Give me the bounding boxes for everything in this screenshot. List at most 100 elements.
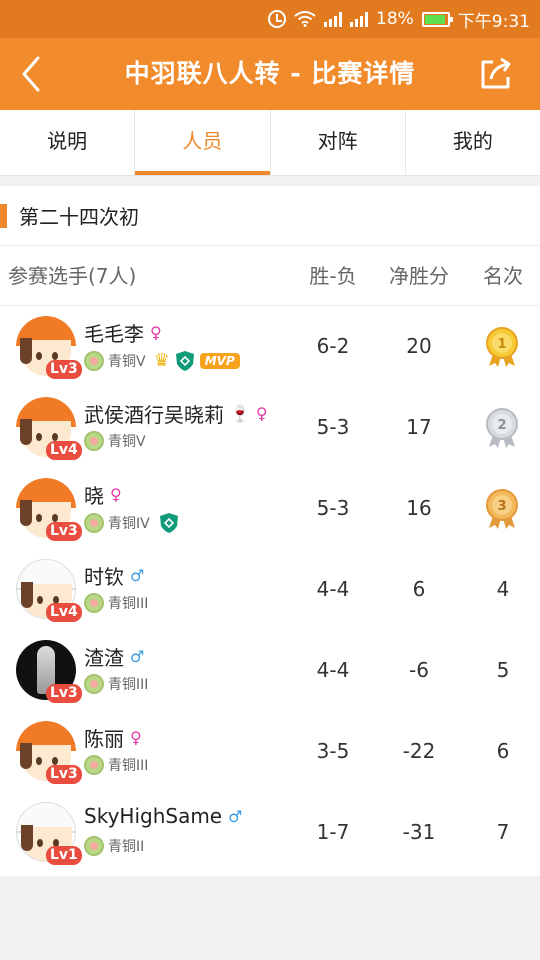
tier-label: 青铜III — [108, 677, 149, 693]
battery-icon — [421, 11, 453, 27]
alarm-icon — [268, 10, 287, 28]
avatar[interactable]: Lv4 — [16, 397, 82, 460]
header-player: 参赛选手(7人) — [8, 264, 137, 288]
share-icon[interactable] — [478, 56, 514, 92]
rank-tier-icon — [84, 593, 104, 613]
win-loss: 4-4 — [316, 658, 350, 682]
level-badge: Lv3 — [46, 684, 82, 703]
tier-label: 青铜V — [108, 434, 146, 450]
table-row[interactable]: Lv4 时钦 ♂ 青铜III 4-4 6 4 — [0, 549, 540, 630]
player-name: SkyHighSame — [84, 804, 223, 828]
female-icon: ♀ — [150, 323, 162, 342]
rank: 5 — [496, 658, 510, 682]
table-row[interactable]: Lv4 武侯酒行吴晓莉 🍷 ♀ 青铜V 5-3 17 2 — [0, 387, 540, 468]
tab-bar: 说明 人员 对阵 我的 — [0, 110, 540, 176]
player-name: 渣渣 — [84, 646, 124, 670]
tier-label: 青铜III — [108, 758, 149, 774]
rank-tier-icon — [84, 513, 104, 533]
player-name: 时钦 — [84, 565, 124, 589]
net-points: 17 — [406, 415, 432, 439]
signal-icon — [350, 11, 369, 27]
rank: 6 — [496, 739, 510, 763]
win-loss: 5-3 — [316, 415, 350, 439]
tier-label: 青铜IV — [108, 516, 150, 532]
net-points: -6 — [409, 658, 429, 682]
net-points: 6 — [412, 577, 426, 601]
table-row[interactable]: Lv3 陈丽 ♀ 青铜III 3-5 -22 6 — [0, 711, 540, 792]
win-loss: 6-2 — [316, 334, 350, 358]
rank-number: 2 — [497, 418, 506, 433]
mvp-badge: MVP — [199, 353, 240, 369]
tier-label: 青铜II — [108, 839, 145, 855]
level-badge: Lv3 — [46, 765, 82, 784]
rank-number: 3 — [497, 499, 506, 514]
player-name: 武侯酒行吴晓莉 — [84, 403, 224, 427]
wifi-icon — [294, 11, 316, 27]
rank-number: 1 — [497, 337, 506, 352]
tier-label: 青铜V — [108, 354, 146, 370]
table-row[interactable]: Lv3 毛毛李 ♀ 青铜V ♛ MVP 6-2 20 1 — [0, 306, 540, 387]
round-header: 第二十四次初 — [0, 186, 540, 246]
avatar[interactable]: Lv3 — [16, 640, 82, 703]
gold-medal-icon: 1 — [486, 327, 518, 367]
male-icon: ♂ — [130, 566, 145, 585]
net-points: -31 — [402, 820, 436, 844]
shield-icon — [159, 513, 178, 533]
table-row[interactable]: Lv3 晓 ♀ 青铜IV 5-3 16 3 — [0, 468, 540, 549]
male-icon: ♂ — [130, 647, 145, 666]
player-name: 毛毛李 — [84, 322, 144, 346]
clock: 下午9:31 — [457, 11, 530, 32]
win-loss: 5-3 — [316, 496, 350, 520]
level-badge: Lv3 — [46, 360, 82, 379]
avatar[interactable]: Lv4 — [16, 559, 82, 622]
level-badge: Lv3 — [46, 522, 82, 541]
app-header: 中羽联八人转 - 比赛详情 — [0, 38, 540, 110]
rank: 7 — [496, 820, 510, 844]
roster-section: 第二十四次初 参赛选手(7人) 胜-负 净胜分 名次 Lv3 毛毛李 ♀ 青铜V… — [0, 186, 540, 876]
male-icon: ♂ — [228, 806, 243, 826]
female-icon: ♀ — [110, 485, 122, 504]
net-points: 16 — [406, 496, 432, 520]
tab-description[interactable]: 说明 — [0, 110, 136, 175]
avatar[interactable]: Lv3 — [16, 316, 82, 379]
silver-medal-icon: 2 — [486, 408, 518, 448]
header-net-points: 净胜分 — [389, 264, 449, 288]
bronze-medal-icon: 3 — [486, 489, 518, 529]
win-loss: 1-7 — [316, 820, 350, 844]
rank-tier-icon — [84, 836, 104, 856]
header-win-loss: 胜-负 — [309, 264, 357, 288]
avatar[interactable]: Lv1 — [16, 802, 82, 865]
tab-matchups[interactable]: 对阵 — [271, 110, 406, 175]
table-row[interactable]: Lv1 SkyHighSame ♂ 青铜II 1-7 -31 7 — [0, 792, 540, 873]
table-header: 参赛选手(7人) 胜-负 净胜分 名次 — [0, 246, 540, 306]
tab-mine[interactable]: 我的 — [406, 110, 540, 175]
rank-tier-icon — [84, 674, 104, 694]
crown-icon: ♛ — [153, 350, 170, 371]
page-title: 中羽联八人转 - 比赛详情 — [124, 59, 416, 88]
table-row[interactable]: Lv3 渣渣 ♂ 青铜III 4-4 -6 5 — [0, 630, 540, 711]
rank: 4 — [496, 577, 510, 601]
avatar[interactable]: Lv3 — [16, 721, 82, 784]
avatar[interactable]: Lv3 — [16, 478, 82, 541]
rank-tier-icon — [84, 351, 104, 371]
wine-glass-icon: 🍷 — [230, 404, 250, 423]
female-icon: ♀ — [255, 404, 268, 423]
status-bar: 18% 下午9:31 — [0, 0, 540, 38]
rank-tier-icon — [84, 431, 104, 451]
level-badge: Lv4 — [46, 441, 82, 460]
female-icon: ♀ — [130, 728, 142, 747]
net-points: 20 — [406, 334, 432, 358]
accent-bar — [0, 203, 7, 228]
player-name: 陈丽 — [84, 727, 124, 751]
round-title: 第二十四次初 — [19, 205, 139, 229]
tier-label: 青铜III — [108, 596, 149, 612]
battery-percent: 18% — [376, 9, 414, 29]
level-badge: Lv4 — [46, 603, 82, 622]
tab-members[interactable]: 人员 — [135, 110, 271, 175]
header-rank: 名次 — [483, 264, 523, 288]
signal-icon — [324, 11, 343, 27]
rank-tier-icon — [84, 755, 104, 775]
net-points: -22 — [402, 739, 436, 763]
level-badge: Lv1 — [46, 846, 82, 865]
shield-icon — [175, 351, 194, 371]
